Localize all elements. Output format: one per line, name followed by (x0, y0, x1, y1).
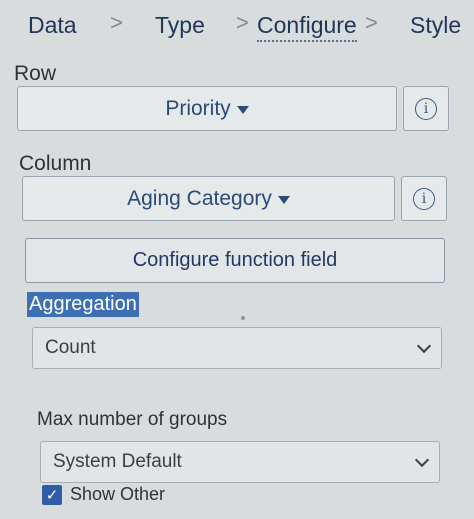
column-selected-value: Aging Category (127, 186, 272, 210)
max-groups-select[interactable]: System Default (40, 441, 440, 483)
row-info-button[interactable]: i (403, 86, 449, 131)
show-other-label: Show Other (70, 484, 166, 504)
chevron-right-icon: > (236, 10, 249, 35)
aggregation-select[interactable]: Count (32, 327, 442, 369)
configure-function-field-label: Configure function field (132, 249, 338, 271)
aggregation-label: Aggregation (27, 292, 139, 317)
row-label: Row (14, 62, 57, 85)
show-other-checkbox[interactable]: ✓ (42, 484, 62, 505)
caret-down-icon (277, 195, 290, 204)
max-groups-selected-value: System Default (53, 451, 182, 472)
tab-style[interactable]: Style (410, 12, 461, 39)
wizard-tabs: Data > Type > Configure > Style (0, 0, 474, 56)
chevron-down-icon (416, 338, 432, 354)
chevron-right-icon: > (110, 10, 123, 35)
max-groups-label: Max number of groups (37, 409, 228, 430)
row-field-select[interactable]: Priority (17, 86, 397, 131)
row-selected-value: Priority (165, 96, 231, 120)
info-icon: i (415, 97, 437, 120)
show-other-row[interactable]: ✓ Show Other (42, 484, 165, 505)
aggregation-selected-value: Count (45, 337, 96, 358)
column-info-button[interactable]: i (401, 176, 447, 221)
caret-down-icon (236, 105, 249, 114)
tab-data[interactable]: Data (28, 12, 77, 39)
cursor-dot (241, 316, 245, 320)
info-icon: i (413, 187, 435, 210)
chevron-right-icon: > (365, 10, 378, 35)
tab-configure[interactable]: Configure (257, 12, 357, 42)
chevron-down-icon (414, 452, 430, 468)
tab-type[interactable]: Type (155, 12, 205, 39)
column-field-select[interactable]: Aging Category (22, 176, 395, 221)
configure-function-field-button[interactable]: Configure function field (25, 238, 445, 283)
column-label: Column (19, 152, 92, 175)
